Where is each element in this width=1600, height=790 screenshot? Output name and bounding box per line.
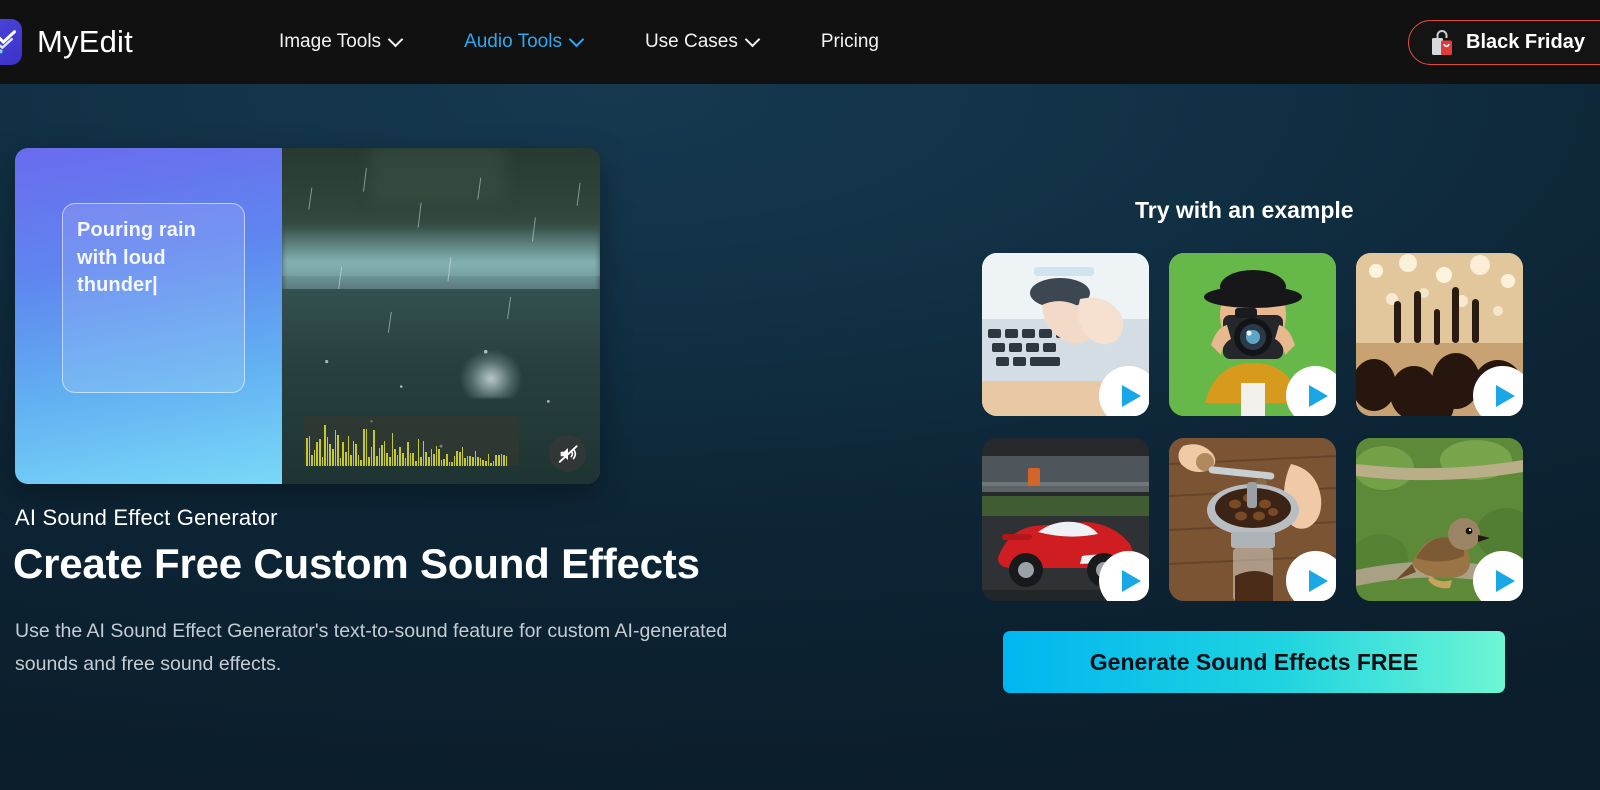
nav-item-label: Audio Tools [464, 31, 562, 52]
rain-video-preview[interactable] [282, 148, 600, 484]
example-thumbnail-race-car[interactable] [982, 438, 1149, 601]
prompt-panel: Pouring rain with loud thunder| [15, 148, 282, 484]
prompt-input[interactable]: Pouring rain with loud thunder| [62, 203, 245, 393]
example-thumbnail-grid [982, 253, 1527, 601]
example-thumbnail-photographer[interactable] [1169, 253, 1336, 416]
demo-preview-card: Pouring rain with loud thunder| [15, 148, 600, 484]
top-navigation-bar: MyEdit Image Tools Audio Tools Use Cases… [0, 0, 1600, 84]
myedit-logo-icon [0, 19, 22, 65]
cta-label: Generate Sound Effects FREE [1089, 648, 1419, 675]
example-thumbnail-concert[interactable] [1356, 253, 1523, 416]
page-root: MyEdit Image Tools Audio Tools Use Cases… [0, 0, 1600, 790]
nav-links: Image Tools Audio Tools Use Cases Pricin… [248, 0, 910, 84]
nav-item-pricing[interactable]: Pricing [790, 0, 910, 84]
speaker-muted-icon[interactable] [549, 435, 586, 472]
audio-waveform [304, 416, 519, 466]
example-thumbnail-keyboard[interactable] [982, 253, 1149, 416]
nav-item-label: Use Cases [644, 31, 738, 52]
prompt-input-value: Pouring rain with loud thunder| [77, 219, 196, 297]
example-thumbnail-coffee-grinder[interactable] [1169, 438, 1336, 601]
black-friday-promo-button[interactable]: Black Friday [1408, 20, 1600, 65]
hero-eyebrow: AI Sound Effect Generator [15, 505, 278, 530]
chevron-down-icon [747, 34, 759, 46]
nav-item-use-cases[interactable]: Use Cases [614, 0, 790, 84]
chevron-down-icon [571, 34, 583, 46]
hero-subcopy: Use the AI Sound Effect Generator's text… [15, 620, 728, 675]
nav-item-image-tools[interactable]: Image Tools [248, 0, 433, 84]
nav-item-label: Image Tools [278, 31, 382, 52]
example-thumbnail-bird[interactable] [1356, 438, 1523, 601]
black-friday-label: Black Friday [1466, 31, 1585, 53]
nav-item-label: Pricing [820, 31, 879, 52]
examples-heading: Try with an example [1135, 197, 1354, 223]
logo[interactable]: MyEdit [0, 19, 133, 65]
page-title: Create Free Custom Sound Effects [13, 540, 700, 587]
logo-text: MyEdit [37, 24, 133, 59]
generate-sound-effects-button[interactable]: Generate Sound Effects FREE [1003, 631, 1505, 693]
chevron-down-icon [390, 34, 402, 46]
shopping-bag-icon [1429, 29, 1455, 57]
nav-item-audio-tools[interactable]: Audio Tools [433, 0, 614, 84]
